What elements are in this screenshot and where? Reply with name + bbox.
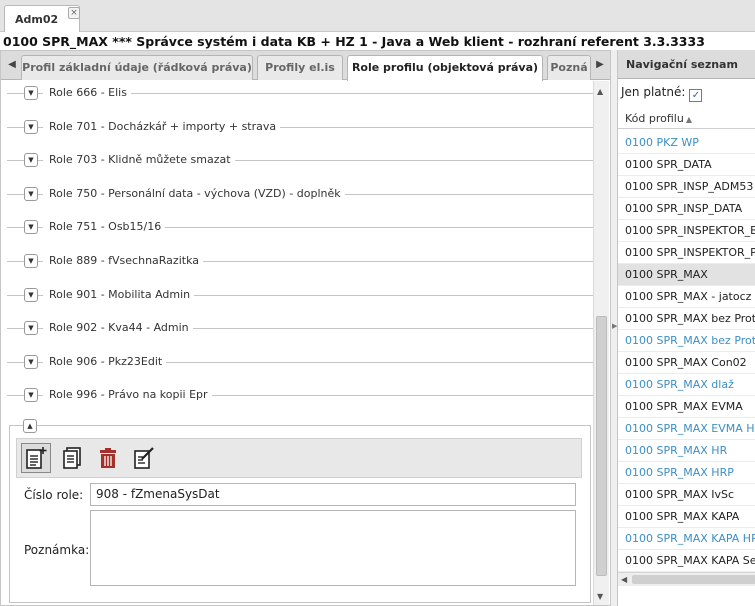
role-label: Role 996 - Právo na kopii Epr: [43, 388, 212, 401]
profile-list-hscrollbar[interactable]: ◀: [618, 572, 755, 586]
cislo-role-field[interactable]: 908 - fZmenaSysDat: [90, 483, 576, 506]
window-tab-adm02[interactable]: Adm02 ×: [4, 5, 80, 32]
profile-list-item[interactable]: 0100 SPR_MAX bez Prote: [618, 330, 755, 352]
role-item: ▼ Role 703 - Klidně můžete smazat: [7, 150, 593, 170]
new-record-button[interactable]: [21, 443, 51, 473]
tab-label: Profily el.is: [265, 61, 335, 74]
expand-toggle-icon[interactable]: ▼: [24, 254, 38, 268]
scroll-left-icon[interactable]: ◀: [621, 575, 627, 584]
profile-list-item[interactable]: 0100 SPR_MAX EVMA: [618, 396, 755, 418]
window-tab-label: Adm02: [15, 13, 59, 26]
navigation-title: Navigační seznam: [626, 58, 738, 71]
profile-list-item[interactable]: 0100 SPR_INSPEKTOR_BI: [618, 220, 755, 242]
role-item: ▼ Role 666 - Elis: [7, 83, 593, 103]
profile-list-item[interactable]: 0100 SPR_INSPEKTOR_PI: [618, 242, 755, 264]
sort-ascending-icon: ▲: [685, 115, 692, 124]
role-detail-box: ▲ Číslo role: 908 - fZmenaSysDat Poznámk…: [9, 419, 591, 603]
column-header-label: Kód profilu: [625, 112, 684, 125]
role-label: Role 906 - Pkz23Edit: [43, 355, 167, 368]
role-list-scrollbar[interactable]: ▲ ▼: [593, 81, 609, 605]
tab-label: Role profilu (objektová práva): [351, 61, 539, 74]
tab-scroll-left-icon[interactable]: ◀: [5, 56, 19, 74]
poznamka-field[interactable]: [90, 510, 576, 586]
tab-scroll-right-icon[interactable]: ▶: [593, 56, 607, 74]
valid-only-filter: Jen platné: ✓: [621, 85, 703, 102]
profile-list-item[interactable]: 0100 SPR_MAX IvSc: [618, 484, 755, 506]
profile-list-item[interactable]: 0100 SPR_MAX Con02: [618, 352, 755, 374]
delete-button[interactable]: [93, 443, 123, 473]
role-label: Role 750 - Personální data - výchova (VZ…: [43, 187, 345, 200]
profile-list-item[interactable]: 0100 SPR_DATA: [618, 154, 755, 176]
profile-list-item[interactable]: 0100 SPR_MAX dlaž: [618, 374, 755, 396]
profile-list-item[interactable]: 0100 SPR_MAX KAPA Sec: [618, 550, 755, 572]
role-item: ▼ Role 901 - Mobilita Admin: [7, 285, 593, 305]
expand-toggle-icon[interactable]: ▼: [24, 288, 38, 302]
role-label: Role 701 - Docházkář + importy + strava: [43, 120, 281, 133]
role-label: Role 703 - Klidně můžete smazat: [43, 153, 235, 166]
role-item: ▼ Role 701 - Docházkář + importy + strava: [7, 117, 593, 137]
copy-button[interactable]: [57, 443, 87, 473]
role-item: ▼ Role 751 - Osb15/16: [7, 217, 593, 237]
tab-profil-zakladni-udaje[interactable]: Profil základní údaje (řádková práva): [21, 55, 253, 80]
tab-poznamka[interactable]: Pozná: [547, 55, 591, 80]
expand-toggle-icon[interactable]: ▼: [24, 321, 38, 335]
trash-icon: [100, 448, 116, 468]
scroll-up-icon[interactable]: ▲: [597, 87, 603, 96]
tab-label: Pozná: [550, 61, 588, 74]
profile-info-line: 0100 SPR_MAX *** Správce systém i data K…: [3, 34, 705, 49]
profile-list-item[interactable]: 0100 SPR_MAX KAPA HRP: [618, 528, 755, 550]
expand-toggle-icon[interactable]: ▼: [24, 187, 38, 201]
profile-list-item[interactable]: 0100 SPR_MAX KAPA: [618, 506, 755, 528]
scrollbar-thumb[interactable]: [632, 575, 755, 584]
role-label: Role 902 - Kva44 - Admin: [43, 321, 193, 334]
edit-icon: [134, 447, 154, 469]
profile-list-item[interactable]: 0100 SPR_MAX HRP: [618, 462, 755, 484]
edit-button[interactable]: [129, 443, 159, 473]
poznamka-label: Poznámka:: [24, 543, 90, 557]
window-tab-strip: Adm02 ×: [0, 0, 755, 32]
column-header-kod-profilu[interactable]: Kód profilu ▲: [618, 107, 755, 129]
role-list: ▼ Role 666 - Elis ▼ Role 701 - Docházkář +…: [1, 81, 593, 421]
tab-bar: ◀ Profil základní údaje (řádková práva) …: [1, 51, 610, 81]
expand-toggle-icon[interactable]: ▼: [24, 220, 38, 234]
expand-toggle-icon[interactable]: ▼: [24, 153, 38, 167]
profile-list-item[interactable]: 0100 PKZ WP: [618, 132, 755, 154]
tab-label: Profil základní údaje (řádková práva): [22, 61, 252, 74]
role-item: ▼ Role 996 - Právo na kopii Epr: [7, 385, 593, 405]
navigation-panel: Navigační seznam Jen platné: ✓ Kód profil…: [617, 50, 755, 606]
role-label: Role 666 - Elis: [43, 86, 131, 99]
role-toolbar: [16, 438, 582, 478]
profile-detail-panel: ◀ Profil základní údaje (řádková práva) …: [0, 50, 611, 606]
expand-toggle-icon[interactable]: ▼: [24, 388, 38, 402]
role-item: ▼ Role 889 - fVsechnaRazitka: [7, 251, 593, 271]
role-item: ▼ Role 906 - Pkz23Edit: [7, 352, 593, 372]
role-item: ▼ Role 902 - Kva44 - Admin: [7, 318, 593, 338]
collapse-toggle-icon[interactable]: ▲: [23, 419, 37, 433]
navigation-header: Navigační seznam: [618, 50, 755, 79]
profile-list-item[interactable]: 0100 SPR_MAX - jatocz: [618, 286, 755, 308]
profile-list-item[interactable]: 0100 SPR_INSP_DATA: [618, 198, 755, 220]
profile-list-item[interactable]: 0100 SPR_MAX bez Prote: [618, 308, 755, 330]
new-document-icon: [26, 447, 47, 469]
role-label: Role 901 - Mobilita Admin: [43, 288, 195, 301]
profile-list-item[interactable]: 0100 SPR_MAX: [618, 264, 755, 286]
expand-toggle-icon[interactable]: ▼: [24, 355, 38, 369]
scrollbar-thumb[interactable]: [596, 316, 607, 576]
copy-icon: [63, 447, 81, 469]
valid-only-checkbox[interactable]: ✓: [689, 89, 703, 102]
profile-list-item[interactable]: 0100 SPR_INSP_ADM53: [618, 176, 755, 198]
cislo-role-label: Číslo role:: [24, 488, 84, 502]
role-label: Role 751 - Osb15/16: [43, 220, 166, 233]
tab-role-profilu[interactable]: Role profilu (objektová práva): [347, 55, 543, 81]
valid-only-label: Jen platné:: [621, 85, 686, 99]
profile-list-item[interactable]: 0100 SPR_MAX HR: [618, 440, 755, 462]
profile-list-item[interactable]: 0100 SPR_MAX EVMA HR: [618, 418, 755, 440]
expand-toggle-icon[interactable]: ▼: [24, 86, 38, 100]
close-icon[interactable]: ×: [68, 7, 80, 19]
role-label: Role 889 - fVsechnaRazitka: [43, 254, 203, 267]
expand-toggle-icon[interactable]: ▼: [24, 120, 38, 134]
role-item: ▼ Role 750 - Personální data - výchova (V…: [7, 184, 593, 204]
scroll-down-icon[interactable]: ▼: [597, 592, 603, 601]
tab-profily-elis[interactable]: Profily el.is: [257, 55, 343, 80]
